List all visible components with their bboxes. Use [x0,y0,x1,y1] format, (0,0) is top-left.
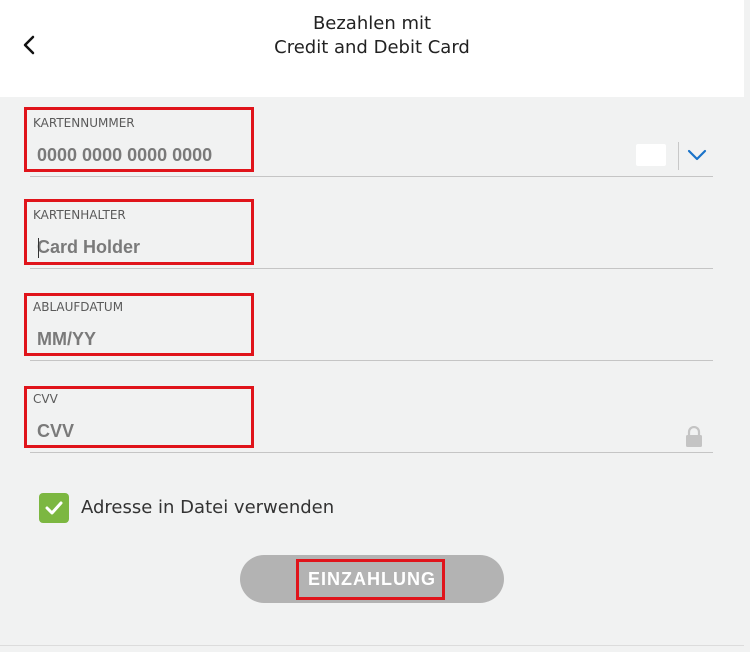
text-cursor [38,238,39,258]
expiry-label: ABLAUFDATUM [33,300,124,314]
cvv-field: CVV CVV [30,382,713,453]
card-number-field: KARTENNUMMER 0000 0000 0000 0000 [30,106,713,177]
address-checkbox[interactable] [39,493,69,523]
expiry-input[interactable]: MM/YY [37,329,96,350]
cvv-label: CVV [33,392,58,406]
header: Bezahlen mit Credit and Debit Card [0,0,744,97]
divider [678,142,679,170]
deposit-button-label: EINZAHLUNG [308,568,436,589]
page-subtitle: Credit and Debit Card [274,37,470,58]
card-holder-field: KARTENHALTER Card Holder [30,198,713,269]
chevron-down-icon [687,149,707,161]
page-title: Bezahlen mit [312,13,432,34]
divider [0,645,744,646]
check-icon [45,501,63,515]
cvv-input[interactable]: CVV [37,421,74,442]
lock-icon [686,426,702,447]
card-number-label: KARTENNUMMER [33,116,135,130]
card-holder-label: KARTENHALTER [33,208,126,222]
card-holder-input[interactable]: Card Holder [37,237,140,258]
address-checkbox-label[interactable]: Adresse in Datei verwenden [81,497,334,518]
card-brand-icon [636,144,666,166]
expiry-field: ABLAUFDATUM MM/YY [30,290,713,361]
card-number-input[interactable]: 0000 0000 0000 0000 [37,145,212,166]
deposit-button[interactable]: EINZAHLUNG [240,555,504,603]
card-type-dropdown[interactable] [682,144,712,166]
